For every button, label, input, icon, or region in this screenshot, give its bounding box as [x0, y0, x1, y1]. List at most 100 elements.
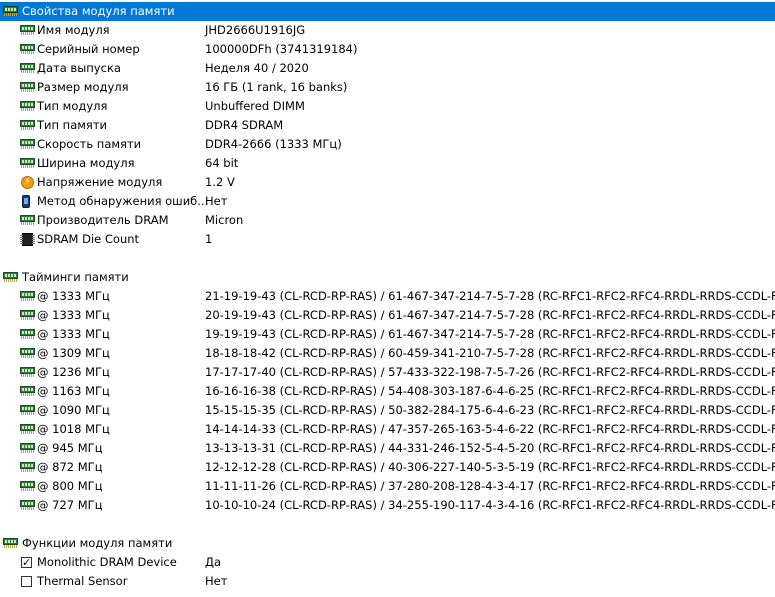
ram-icon [20, 158, 35, 168]
ram-icon [20, 329, 35, 339]
timing-frequency: @ 1309 МГц [37, 346, 110, 360]
property-value: 64 bit [205, 156, 239, 170]
timing-value: 14-14-14-33 (CL-RCD-RP-RAS) / 47-357-265… [205, 422, 775, 436]
ram-icon [3, 538, 18, 548]
property-value: 16 ГБ (1 rank, 16 banks) [205, 80, 348, 94]
property-value: Unbuffered DIMM [205, 99, 305, 113]
ram-icon [20, 120, 35, 130]
property-row[interactable]: Серийный номер 100000DFh (3741319184) [0, 40, 775, 59]
property-label: Напряжение модуля [37, 175, 163, 189]
property-row[interactable]: Имя модуля JHD2666U1916JG [0, 21, 775, 40]
timing-row[interactable]: @ 1333 МГц 20-19-19-43 (CL-RCD-RP-RAS) / … [0, 306, 775, 325]
property-label: SDRAM Die Count [37, 232, 140, 246]
property-row[interactable]: Тип памяти DDR4 SDRAM [0, 116, 775, 135]
property-label: Серийный номер [37, 42, 140, 56]
property-value: DDR4-2666 (1333 МГц) [205, 137, 342, 151]
timing-frequency: @ 1018 МГц [37, 422, 110, 436]
checkbox-unchecked-icon[interactable] [21, 576, 32, 587]
ram-icon [20, 310, 35, 320]
ram-icon [20, 63, 35, 73]
property-label: Размер модуля [37, 80, 129, 94]
ram-icon [3, 272, 18, 282]
group-title: Функции модуля памяти [22, 536, 173, 550]
ram-icon [20, 481, 35, 491]
timing-frequency: @ 872 МГц [37, 460, 103, 474]
timing-row[interactable]: @ 1090 МГц 15-15-15-35 (CL-RCD-RP-RAS) / … [0, 401, 775, 420]
timing-row[interactable]: @ 1236 МГц 17-17-17-40 (CL-RCD-RP-RAS) / … [0, 363, 775, 382]
property-row[interactable]: SDRAM Die Count 1 [0, 230, 775, 249]
timing-value: 15-15-15-35 (CL-RCD-RP-RAS) / 50-382-284… [205, 403, 775, 417]
property-row[interactable]: Размер модуля 16 ГБ (1 rank, 16 banks) [0, 78, 775, 97]
property-row[interactable]: ⚡ Напряжение модуля 1.2 V [0, 173, 775, 192]
timing-value: 11-11-11-26 (CL-RCD-RP-RAS) / 37-280-208… [205, 479, 775, 493]
timing-frequency: @ 1333 МГц [37, 308, 110, 322]
timing-row[interactable]: @ 945 МГц 13-13-13-31 (CL-RCD-RP-RAS) / 4… [0, 439, 775, 458]
detection-icon [22, 195, 30, 208]
property-value: Неделя 40 / 2020 [205, 61, 309, 75]
property-label: Ширина модуля [37, 156, 135, 170]
property-value: DDR4 SDRAM [205, 118, 284, 132]
ram-icon [20, 405, 35, 415]
timing-row[interactable]: @ 1333 МГц 19-19-19-43 (CL-RCD-RP-RAS) / … [0, 325, 775, 344]
property-row[interactable]: Ширина модуля 64 bit [0, 154, 775, 173]
ram-icon [20, 348, 35, 358]
timing-row[interactable]: @ 800 МГц 11-11-11-26 (CL-RCD-RP-RAS) / 3… [0, 477, 775, 496]
property-label: Скорость памяти [37, 137, 142, 151]
ram-icon [20, 291, 35, 301]
property-value: Нет [205, 194, 228, 208]
timing-value: 13-13-13-31 (CL-RCD-RP-RAS) / 44-331-246… [205, 441, 775, 455]
group-header-timings[interactable]: Тайминги памяти [0, 268, 775, 287]
timing-frequency: @ 727 МГц [37, 498, 103, 512]
property-label: Имя модуля [37, 23, 110, 37]
timing-frequency: @ 1333 МГц [37, 327, 110, 341]
timing-value: 10-10-10-24 (CL-RCD-RP-RAS) / 34-255-190… [205, 498, 775, 512]
memory-properties-list: Свойства модуля памяти Имя модуля JHD2666U… [0, 0, 775, 597]
feature-row[interactable]: ✓ Monolithic DRAM Device Да [0, 553, 775, 572]
timing-row[interactable]: @ 1163 МГц 16-16-16-38 (CL-RCD-RP-RAS) / … [0, 382, 775, 401]
property-value: Micron [205, 213, 244, 227]
voltage-icon: ⚡ [21, 176, 34, 189]
ram-icon [3, 6, 18, 16]
property-label: Тип памяти [37, 118, 108, 132]
timing-frequency: @ 1333 МГц [37, 289, 110, 303]
property-value: 1 [205, 232, 213, 246]
timing-value: 18-18-18-42 (CL-RCD-RP-RAS) / 60-459-341… [205, 346, 775, 360]
group-title: Свойства модуля памяти [22, 4, 175, 18]
timing-frequency: @ 800 МГц [37, 479, 103, 493]
feature-value: Нет [205, 574, 228, 588]
timing-row[interactable]: @ 872 МГц 12-12-12-28 (CL-RCD-RP-RAS) / 4… [0, 458, 775, 477]
timing-value: 16-16-16-38 (CL-RCD-RP-RAS) / 54-408-303… [205, 384, 775, 398]
property-value: 100000DFh (3741319184) [205, 42, 358, 56]
timing-frequency: @ 1090 МГц [37, 403, 110, 417]
timing-row[interactable]: @ 1333 МГц 21-19-19-43 (CL-RCD-RP-RAS) / … [0, 287, 775, 306]
property-row[interactable]: Скорость памяти DDR4-2666 (1333 МГц) [0, 135, 775, 154]
feature-value: Да [205, 555, 222, 569]
timing-row[interactable]: @ 1018 МГц 14-14-14-33 (CL-RCD-RP-RAS) / … [0, 420, 775, 439]
timing-row[interactable]: @ 1309 МГц 18-18-18-42 (CL-RCD-RP-RAS) / … [0, 344, 775, 363]
checkbox-checked-icon[interactable]: ✓ [21, 557, 32, 568]
feature-row[interactable]: Thermal Sensor Нет [0, 572, 775, 591]
property-row[interactable]: Тип модуля Unbuffered DIMM [0, 97, 775, 116]
property-row[interactable]: Метод обнаружения ошиб... Нет [0, 192, 775, 211]
ram-icon [20, 424, 35, 434]
property-row[interactable]: Производитель DRAM Micron [0, 211, 775, 230]
ram-icon [20, 44, 35, 54]
property-label: Производитель DRAM [37, 213, 169, 227]
group-header-module-properties[interactable]: Свойства модуля памяти [0, 2, 775, 21]
feature-label: Monolithic DRAM Device [37, 555, 177, 569]
timing-value: 20-19-19-43 (CL-RCD-RP-RAS) / 61-467-347… [205, 308, 775, 322]
ram-icon [20, 462, 35, 472]
chip-icon [20, 233, 35, 246]
group-header-features[interactable]: Функции модуля памяти [0, 534, 775, 553]
property-row[interactable]: Дата выпуска Неделя 40 / 2020 [0, 59, 775, 78]
property-label: Дата выпуска [37, 61, 121, 75]
timing-value: 21-19-19-43 (CL-RCD-RP-RAS) / 61-467-347… [205, 289, 775, 303]
timing-row[interactable]: @ 727 МГц 10-10-10-24 (CL-RCD-RP-RAS) / 3… [0, 496, 775, 515]
property-value: 1.2 V [205, 175, 235, 189]
ram-icon [20, 82, 35, 92]
property-label: Тип модуля [37, 99, 108, 113]
timing-frequency: @ 1236 МГц [37, 365, 110, 379]
property-label: Метод обнаружения ошиб... [37, 194, 209, 208]
timing-value: 17-17-17-40 (CL-RCD-RP-RAS) / 57-433-322… [205, 365, 775, 379]
timing-value: 12-12-12-28 (CL-RCD-RP-RAS) / 40-306-227… [205, 460, 775, 474]
